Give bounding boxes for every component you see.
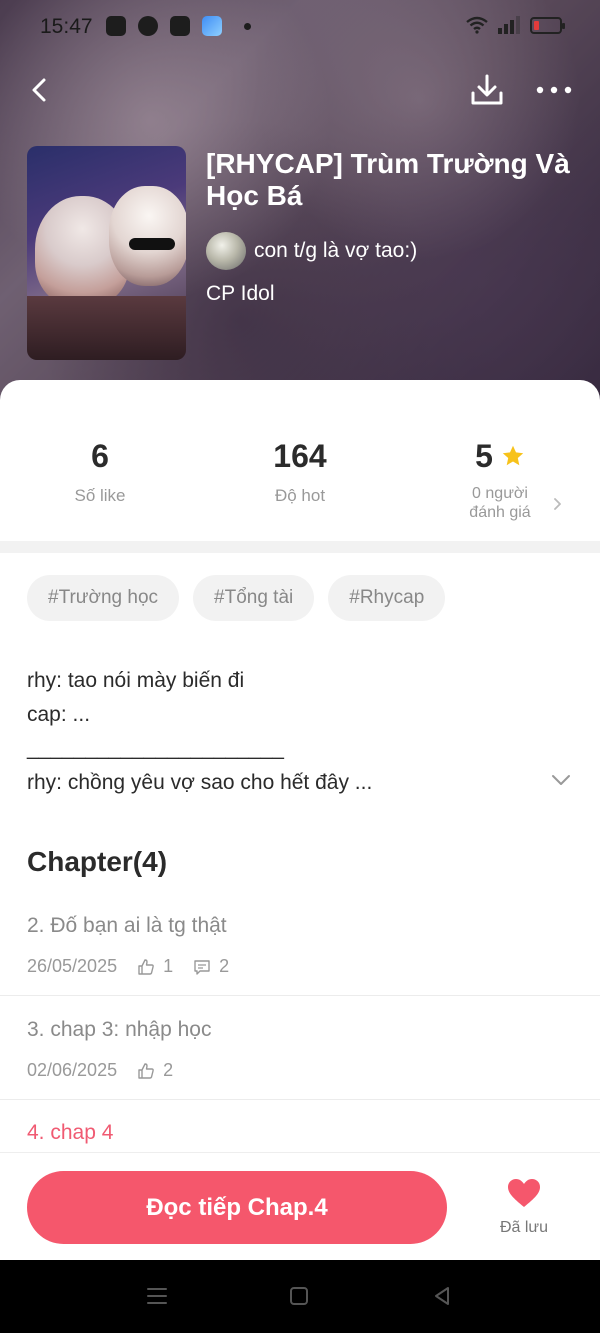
tag-list: #Trường học #Tổng tài #Rhycap [27, 575, 446, 621]
chapter-date: 26/05/2025 [27, 956, 118, 976]
chevron-right-icon[interactable] [550, 494, 564, 514]
likes-label: Số like [74, 486, 126, 505]
saved-label: Đã lưu [499, 1219, 549, 1236]
heart-icon [508, 1179, 540, 1207]
chapter-divider [0, 1099, 600, 1100]
tag-chip[interactable]: #Tổng tài [193, 575, 315, 621]
bottom-action-bar: Đọc tiếp Chap.4 Đã lưu [0, 1152, 600, 1260]
author-name: con t/g là vợ tao:) [254, 239, 418, 262]
more-notifications-icon [244, 22, 251, 30]
recent-apps-icon[interactable] [146, 1285, 168, 1307]
saved-toggle[interactable]: Đã lưu [478, 1177, 570, 1247]
system-back-icon[interactable] [431, 1285, 453, 1307]
comment-icon [194, 959, 210, 975]
status-bar: 15:47 [0, 0, 600, 54]
story-cover-image [27, 146, 186, 360]
chapter-like-count: 2 [163, 1060, 174, 1080]
story-description: rhy: tao nói mày biến đi cap: ... ______… [27, 664, 547, 800]
section-divider [0, 541, 600, 553]
like-icon [138, 958, 154, 975]
instagram-icon [106, 16, 126, 36]
chapter-comment-count: 2 [219, 956, 230, 976]
download-icon[interactable] [468, 70, 506, 110]
description-line: cap: ... [27, 703, 91, 726]
back-icon[interactable] [22, 70, 58, 110]
chapter-date: 02/06/2025 [27, 1060, 118, 1080]
description-line: rhy: chồng yêu vợ sao cho hết đây ... [27, 771, 373, 794]
chapter-list-heading: Chapter(4) [27, 846, 168, 877]
signal-icon [498, 16, 520, 34]
notification-icons [106, 16, 251, 36]
top-navigation [0, 64, 600, 116]
chapter-divider [0, 995, 600, 996]
author-link[interactable]: con t/g là vợ tao:) [206, 232, 417, 270]
hot-stat: 164 Độ hot [210, 436, 390, 506]
description-line: rhy: tao nói mày biến đi [27, 669, 245, 692]
battery-icon [530, 16, 565, 34]
tag-chip[interactable]: #Trường học [27, 575, 180, 621]
chevron-down-icon[interactable] [548, 770, 574, 790]
chapter-like-count: 1 [163, 956, 174, 976]
system-indicators [466, 16, 565, 34]
hot-label: Độ hot [274, 486, 326, 505]
app-notification-icon [202, 16, 222, 36]
home-icon[interactable] [289, 1286, 309, 1306]
chapter-title: 2. Đố bạn ai là tg thật [27, 914, 227, 937]
chapter-meta: 02/06/2025 2 [27, 1060, 193, 1081]
description-line: ______________________ [27, 737, 284, 760]
likes-stat: 6 Số like [10, 436, 190, 506]
continue-reading-button[interactable]: Đọc tiếp Chap.4 [27, 1171, 447, 1244]
wifi-icon [466, 16, 488, 34]
story-category[interactable]: CP Idol [206, 282, 275, 306]
chapter-title: 4. chap 4 [27, 1121, 114, 1144]
chapter-title: 3. chap 3: nhập học [27, 1018, 212, 1041]
star-icon [502, 445, 524, 466]
like-icon [138, 1062, 154, 1079]
tag-chip[interactable]: #Rhycap [328, 575, 446, 621]
chapter-meta: 26/05/2025 1 2 [27, 956, 249, 977]
more-icon[interactable] [532, 70, 576, 110]
messenger-icon [138, 16, 158, 36]
story-stats: 6 Số like 164 Độ hot 5 0 người đánh giá [0, 436, 600, 536]
shopping-bag-icon [170, 16, 190, 36]
author-avatar [206, 232, 246, 270]
story-title: [RHYCAP] Trùm Trường Và Học Bá [206, 148, 570, 211]
system-navigation-bar [0, 1260, 600, 1333]
hot-count: 164 [273, 437, 327, 474]
story-details-card: 6 Số like 164 Độ hot 5 0 người đánh giá … [0, 380, 600, 1260]
rating-value: 5 [475, 437, 493, 474]
status-time: 15:47 [40, 15, 93, 38]
likes-count: 6 [91, 437, 109, 474]
